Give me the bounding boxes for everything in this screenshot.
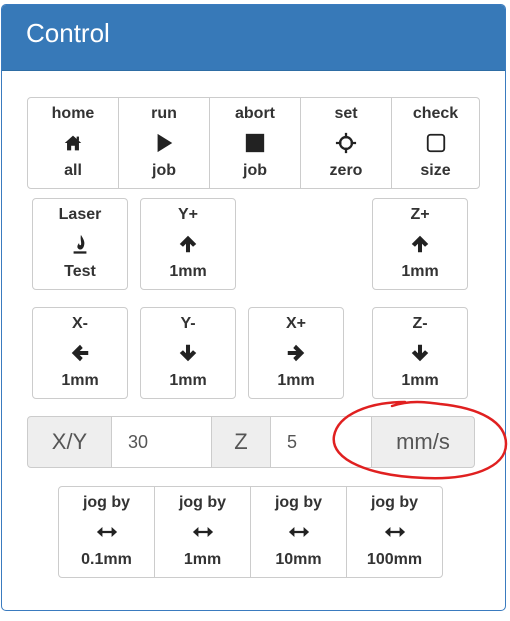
button-label-top: Y+ xyxy=(177,206,198,223)
jog-x-plus-button[interactable]: X+ 1mm xyxy=(248,307,344,399)
feed-unit-label: mm/s xyxy=(371,416,475,468)
square-outline-icon xyxy=(426,133,445,152)
flame-icon xyxy=(73,234,87,254)
button-label-top: X- xyxy=(72,315,88,332)
jog-by-0-1mm-button[interactable]: jog by 0.1mm xyxy=(58,486,155,578)
button-label-bottom: job xyxy=(152,162,176,179)
button-label-bottom: all xyxy=(64,162,82,179)
button-label-top: run xyxy=(151,105,177,122)
arrow-up-icon xyxy=(411,235,429,252)
stop-icon xyxy=(245,133,265,152)
button-label-bottom: 1mm xyxy=(401,263,439,280)
arrows-horizontal-icon xyxy=(384,526,405,537)
button-label-top: jog by xyxy=(178,494,227,511)
laser-test-button[interactable]: Laser Test xyxy=(32,198,128,290)
button-label-bottom: 1mm xyxy=(169,263,207,280)
button-label-top: Z- xyxy=(412,315,428,332)
arrow-up-icon xyxy=(179,235,197,252)
button-label-top: jog by xyxy=(274,494,323,511)
panel-title: Control xyxy=(26,18,110,48)
check-size-button[interactable]: check size xyxy=(391,97,480,189)
jog-by-100mm-button[interactable]: jog by 100mm xyxy=(346,486,443,578)
button-label-bottom: 1mm xyxy=(183,551,222,568)
arrows-horizontal-icon xyxy=(288,526,309,537)
button-label-bottom: 1mm xyxy=(277,372,315,389)
jog-y-plus-button[interactable]: Y+ 1mm xyxy=(140,198,236,290)
button-label-top: Laser xyxy=(58,206,102,223)
jog-y-minus-button[interactable]: Y- 1mm xyxy=(140,307,236,399)
arrows-horizontal-icon xyxy=(192,526,213,537)
jog-z-plus-button[interactable]: Z+ 1mm xyxy=(372,198,468,290)
button-label-bottom: 1mm xyxy=(61,372,99,389)
home-all-button[interactable]: home all xyxy=(27,97,119,189)
button-label-top: abort xyxy=(235,105,275,122)
button-label-bottom: 100mm xyxy=(366,551,423,568)
button-label-top: X+ xyxy=(285,315,306,332)
run-job-button[interactable]: run job xyxy=(118,97,210,189)
z-feed-input[interactable] xyxy=(270,416,372,468)
abort-job-button[interactable]: abort job xyxy=(209,97,301,189)
arrow-down-icon xyxy=(411,344,429,361)
button-label-bottom: 0.1mm xyxy=(81,551,132,568)
button-label-top: Y- xyxy=(180,315,196,332)
jog-x-minus-button[interactable]: X- 1mm xyxy=(32,307,128,399)
button-label-bottom: size xyxy=(420,162,451,179)
arrow-right-icon xyxy=(287,344,305,361)
button-label-top: jog by xyxy=(370,494,419,511)
button-label-bottom: job xyxy=(243,162,267,179)
jog-z-minus-button[interactable]: Z- 1mm xyxy=(372,307,468,399)
arrow-down-icon xyxy=(179,344,197,361)
arrow-left-icon xyxy=(71,344,89,361)
arrows-horizontal-icon xyxy=(96,526,117,537)
button-label-top: jog by xyxy=(82,494,131,511)
button-label-bottom: 1mm xyxy=(401,372,439,389)
button-label-bottom: 10mm xyxy=(275,551,322,568)
jog-by-10mm-button[interactable]: jog by 10mm xyxy=(250,486,347,578)
home-icon xyxy=(64,135,82,150)
crosshair-icon xyxy=(335,132,357,153)
xy-feed-label: X/Y xyxy=(27,416,112,468)
button-label-top: Z+ xyxy=(410,206,430,223)
play-icon xyxy=(157,133,173,152)
button-label-bottom: zero xyxy=(329,162,363,179)
button-label-bottom: 1mm xyxy=(169,372,207,389)
z-feed-label: Z xyxy=(211,416,271,468)
button-label-top: check xyxy=(412,105,459,122)
xy-feed-input[interactable] xyxy=(111,416,212,468)
set-zero-button[interactable]: set zero xyxy=(300,97,392,189)
jog-by-1mm-button[interactable]: jog by 1mm xyxy=(154,486,251,578)
button-label-bottom: Test xyxy=(64,263,96,280)
button-label-top: set xyxy=(334,105,358,122)
button-label-top: home xyxy=(51,105,95,122)
